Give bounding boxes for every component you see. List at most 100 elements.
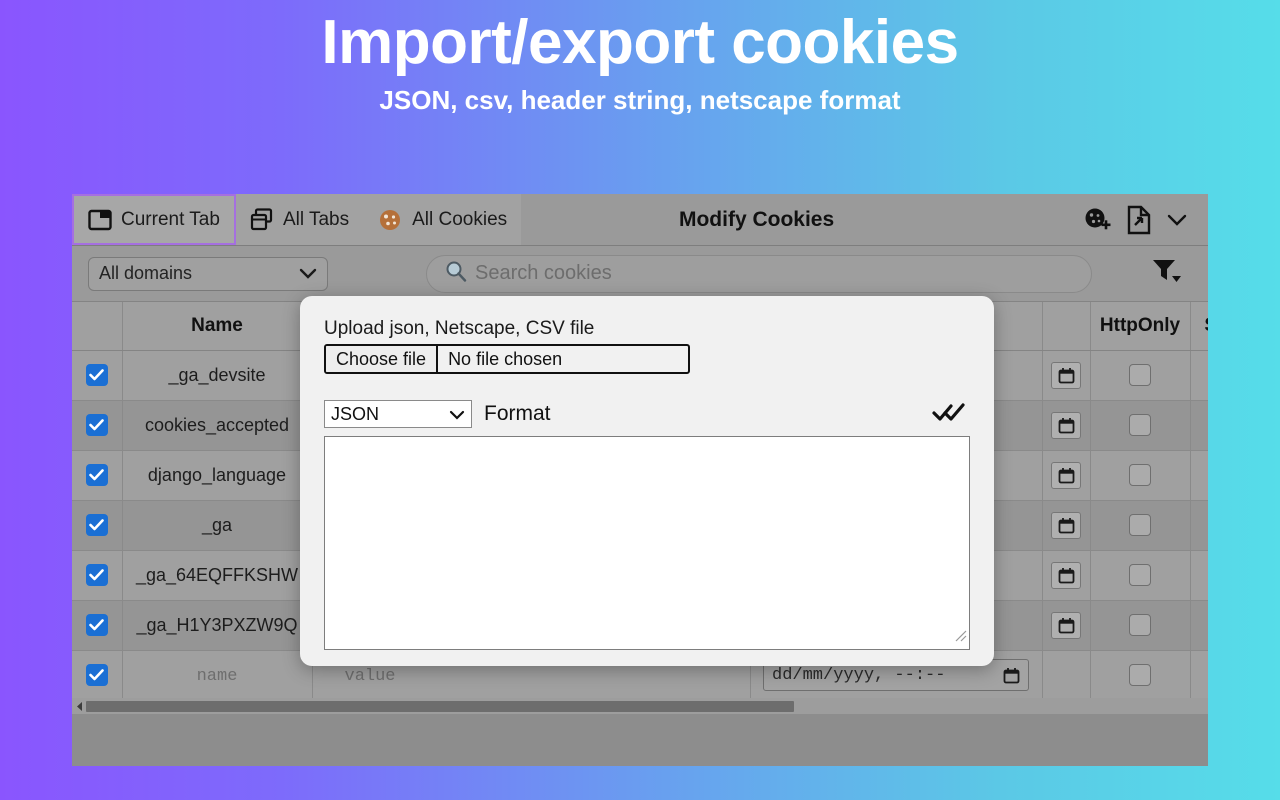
cookie-json-textarea[interactable] bbox=[324, 436, 970, 650]
row-select-cell bbox=[72, 350, 123, 401]
httponly-checkbox[interactable] bbox=[1129, 614, 1151, 637]
httponly-checkbox[interactable] bbox=[1129, 514, 1151, 537]
new-secure-cell bbox=[1190, 650, 1208, 701]
double-check-icon[interactable] bbox=[932, 401, 970, 428]
httponly-checkbox[interactable] bbox=[1129, 564, 1151, 587]
row-select-cell bbox=[72, 550, 123, 601]
filterbar: All domains Search cookies bbox=[72, 246, 1208, 302]
file-input[interactable]: Choose file No file chosen bbox=[324, 344, 690, 374]
column-header-httponly[interactable]: HttpOnly bbox=[1090, 302, 1191, 351]
row-select-checkbox[interactable] bbox=[85, 364, 108, 387]
chevron-left-icon[interactable] bbox=[72, 698, 86, 714]
cell-name[interactable]: _ga_64EQFFKSHW bbox=[122, 550, 313, 601]
column-header-calendar[interactable] bbox=[1042, 302, 1091, 351]
cell-secure bbox=[1190, 500, 1208, 551]
cell-calendar bbox=[1042, 600, 1091, 651]
promo-banner: Import/export cookies JSON, csv, header … bbox=[0, 0, 1280, 190]
row-select-cell bbox=[72, 450, 123, 501]
tab-all-tabs-label: All Tabs bbox=[282, 208, 350, 230]
tabs-stack-icon bbox=[250, 208, 274, 231]
calendar-icon[interactable] bbox=[1051, 511, 1081, 539]
window-icon bbox=[88, 209, 112, 231]
row-select-checkbox[interactable] bbox=[85, 614, 108, 637]
search-icon bbox=[445, 260, 467, 287]
new-row-select-cell bbox=[72, 650, 123, 701]
domain-select[interactable]: All domains bbox=[88, 256, 328, 291]
row-select-cell bbox=[72, 500, 123, 551]
tab-group: Current Tab All Tabs All Cookies bbox=[72, 194, 522, 245]
cell-secure bbox=[1190, 350, 1208, 401]
row-select-checkbox[interactable] bbox=[85, 514, 108, 537]
cell-secure bbox=[1190, 400, 1208, 451]
format-label: Format bbox=[484, 402, 551, 425]
calendar-icon[interactable] bbox=[1051, 361, 1081, 389]
httponly-checkbox[interactable] bbox=[1129, 364, 1151, 387]
upload-label: Upload json, Netscape, CSV file bbox=[324, 318, 595, 339]
cell-name[interactable]: _ga_H1Y3PXZW9Q bbox=[122, 600, 313, 651]
row-select-cell bbox=[72, 600, 123, 651]
column-header-secure[interactable]: Secure bbox=[1190, 302, 1208, 351]
cell-name[interactable]: _ga_devsite bbox=[122, 350, 313, 401]
chevron-down-icon[interactable] bbox=[1166, 212, 1188, 228]
new-httponly-cell bbox=[1090, 650, 1191, 701]
cell-calendar bbox=[1042, 550, 1091, 601]
cell-calendar bbox=[1042, 350, 1091, 401]
domain-select-value: All domains bbox=[99, 263, 193, 283]
format-select[interactable]: JSON bbox=[324, 400, 472, 428]
row-select-checkbox[interactable] bbox=[85, 414, 108, 437]
cell-httponly bbox=[1090, 500, 1191, 551]
row-select-checkbox[interactable] bbox=[85, 464, 108, 487]
cell-httponly bbox=[1090, 350, 1191, 401]
search-input[interactable]: Search cookies bbox=[426, 254, 1092, 293]
resize-handle-icon[interactable] bbox=[953, 628, 967, 647]
tab-all-tabs[interactable]: All Tabs bbox=[235, 194, 364, 245]
import-export-modal: Upload json, Netscape, CSV file Choose f… bbox=[300, 296, 994, 666]
format-row: JSON Format bbox=[324, 400, 970, 428]
format-select-value: JSON bbox=[331, 403, 380, 424]
cell-secure bbox=[1190, 550, 1208, 601]
new-name-input[interactable]: name bbox=[122, 650, 313, 701]
cell-secure bbox=[1190, 450, 1208, 501]
row-select-cell bbox=[72, 400, 123, 451]
cell-name[interactable]: django_language bbox=[122, 450, 313, 501]
banner-title: Import/export cookies bbox=[321, 8, 959, 77]
cell-calendar bbox=[1042, 500, 1091, 551]
chevron-down-icon bbox=[299, 263, 317, 284]
new-calendar-cell bbox=[1042, 650, 1091, 701]
calendar-icon[interactable] bbox=[1051, 461, 1081, 489]
tab-current-tab-label: Current Tab bbox=[121, 208, 220, 230]
httponly-checkbox[interactable] bbox=[1129, 414, 1151, 437]
scrollbar-thumb[interactable] bbox=[86, 700, 794, 712]
tab-current-tab[interactable]: Current Tab bbox=[72, 194, 236, 245]
add-cookie-icon[interactable] bbox=[1082, 206, 1112, 234]
choose-file-button[interactable]: Choose file bbox=[326, 346, 439, 372]
file-status-label: No file chosen bbox=[448, 348, 563, 369]
cell-name[interactable]: _ga bbox=[122, 500, 313, 551]
cell-httponly bbox=[1090, 600, 1191, 651]
column-header-name[interactable]: Name bbox=[122, 302, 313, 351]
calendar-icon[interactable] bbox=[1051, 611, 1081, 639]
filter-funnel-icon[interactable] bbox=[1150, 256, 1192, 291]
tab-all-cookies[interactable]: All Cookies bbox=[363, 194, 522, 245]
cell-name[interactable]: cookies_accepted bbox=[122, 400, 313, 451]
cell-secure bbox=[1190, 600, 1208, 651]
export-file-icon[interactable] bbox=[1126, 205, 1152, 235]
cell-httponly bbox=[1090, 400, 1191, 451]
banner-subtitle: JSON, csv, header string, netscape forma… bbox=[379, 85, 901, 115]
new-httponly-checkbox[interactable] bbox=[1129, 664, 1151, 687]
page-title: Modify Cookies bbox=[678, 207, 835, 231]
cookie-icon bbox=[377, 208, 403, 232]
httponly-checkbox[interactable] bbox=[1129, 464, 1151, 487]
calendar-icon[interactable] bbox=[1051, 561, 1081, 589]
cell-httponly bbox=[1090, 550, 1191, 601]
calendar-icon[interactable] bbox=[1051, 411, 1081, 439]
topbar: Current Tab All Tabs All Cookies Modify … bbox=[72, 194, 1208, 246]
tab-all-cookies-label: All Cookies bbox=[412, 208, 508, 230]
column-header-select[interactable] bbox=[72, 302, 123, 351]
chevron-down-icon bbox=[449, 404, 465, 425]
search-placeholder: Search cookies bbox=[475, 262, 612, 284]
new-row-select-checkbox[interactable] bbox=[85, 664, 108, 687]
cell-calendar bbox=[1042, 450, 1091, 501]
row-select-checkbox[interactable] bbox=[85, 564, 108, 587]
horizontal-scrollbar[interactable] bbox=[72, 698, 1208, 714]
